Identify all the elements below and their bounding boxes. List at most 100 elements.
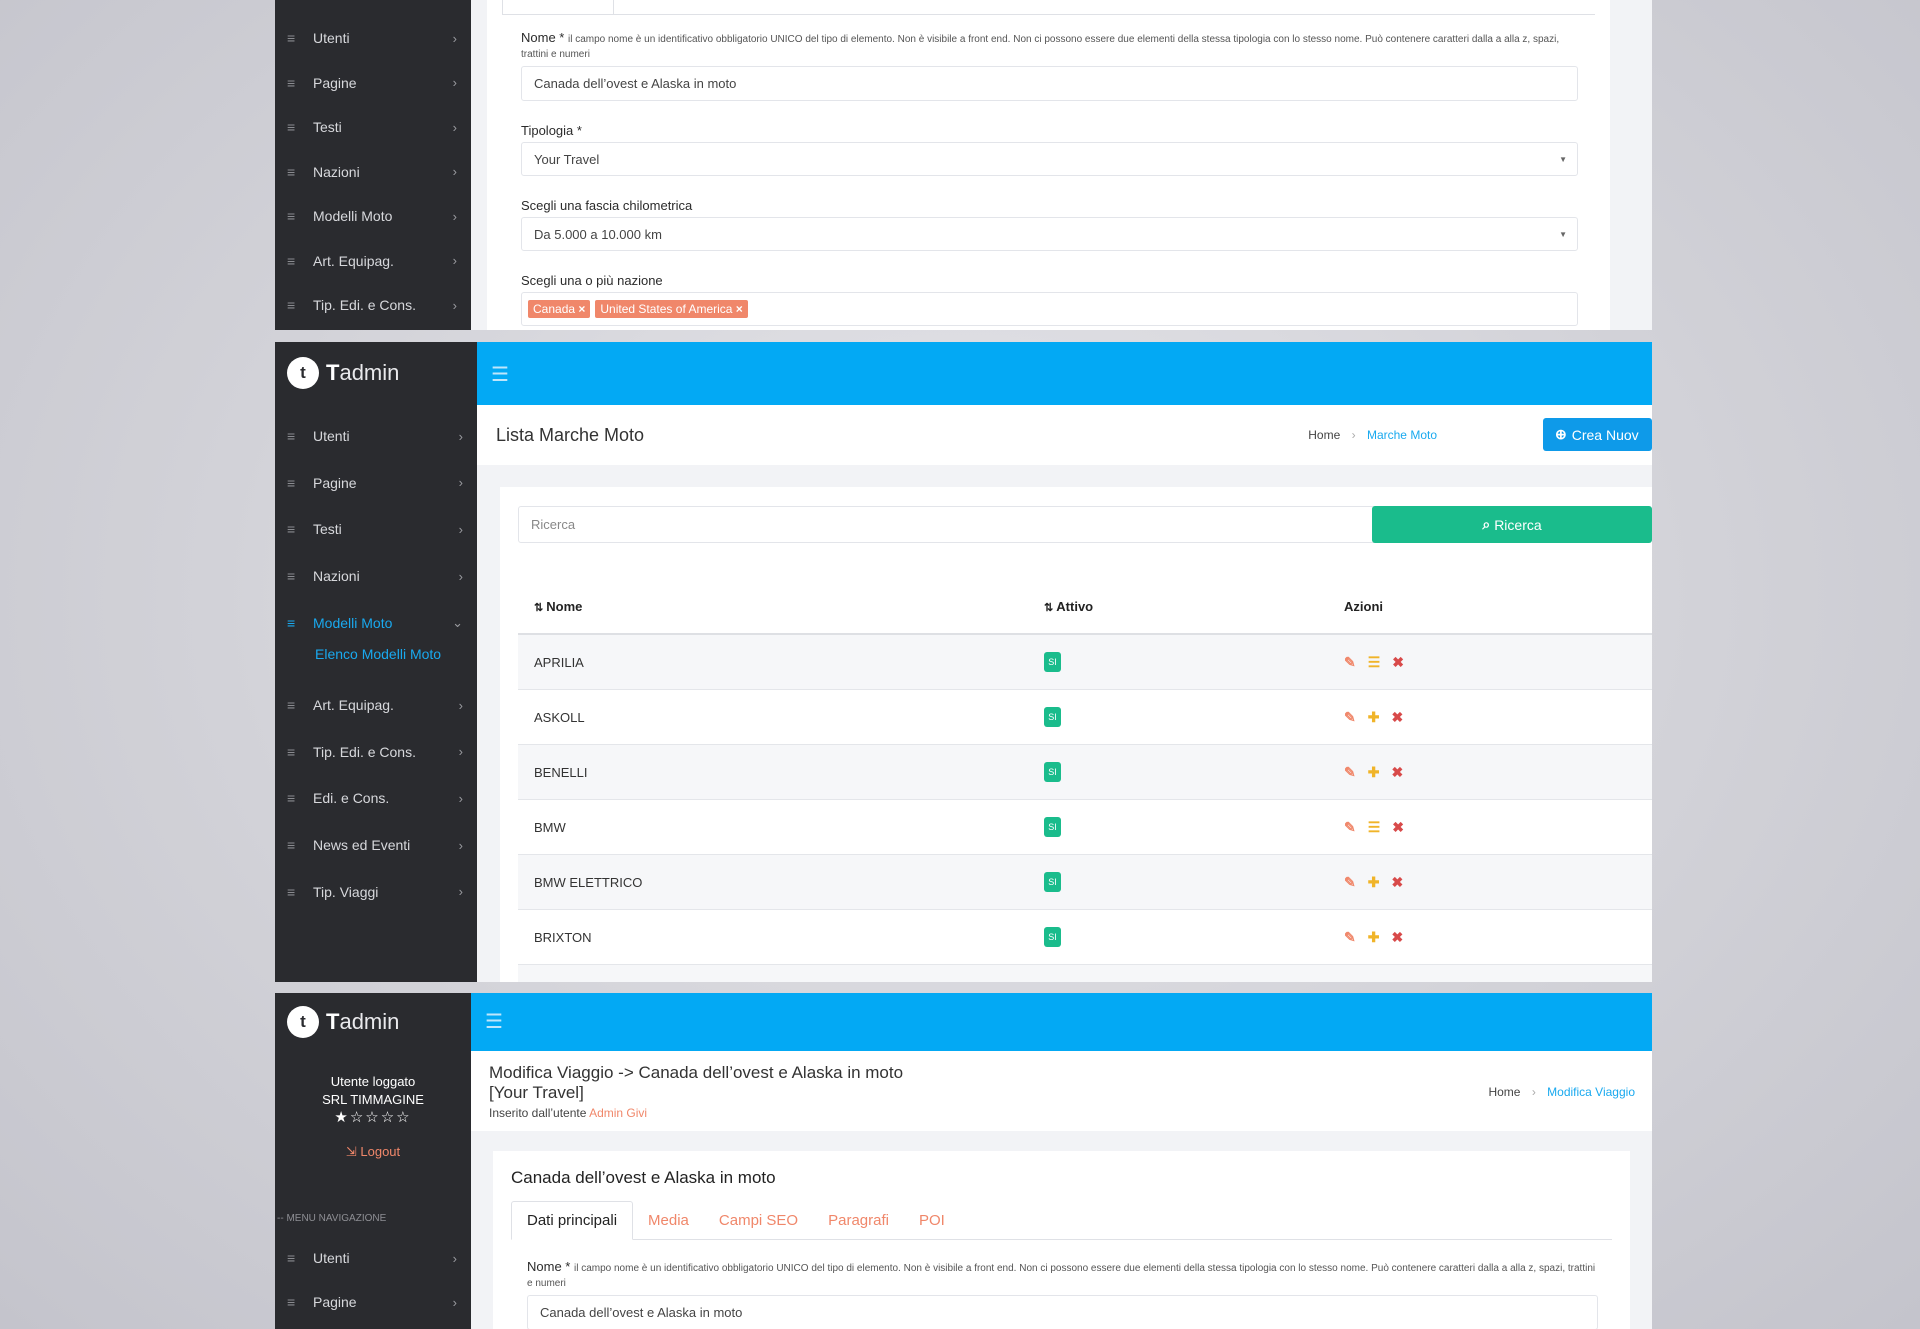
close-icon[interactable]: ✖: [1391, 764, 1403, 781]
active-badge: SI: [1044, 762, 1061, 782]
sidebar-item-testi[interactable]: ≡ Testi ›: [275, 506, 477, 553]
active-badge: SI: [1044, 927, 1061, 947]
pencil-icon[interactable]: ✎: [1344, 764, 1356, 781]
pencil-icon[interactable]: ✎: [1344, 929, 1356, 946]
app-logo[interactable]: t Tadmin: [275, 342, 477, 404]
chevron-right-icon: ›: [458, 697, 463, 713]
logout-link[interactable]: ⇲ Logout: [275, 1143, 471, 1161]
lines-icon: ≡: [287, 428, 296, 445]
type-select[interactable]: Your Travel ▼: [521, 142, 1578, 176]
pencil-icon[interactable]: ✎: [1344, 874, 1356, 891]
close-icon[interactable]: ✖: [1391, 874, 1403, 891]
active-tab-edge: [502, 0, 614, 14]
user-name: SRL TIMMAGINE: [322, 1092, 424, 1107]
sidebar-item-pagine[interactable]: ≡ Pagine ›: [275, 61, 471, 106]
lines-icon: ≡: [287, 568, 296, 585]
chevron-right-icon: ›: [452, 1294, 457, 1310]
nation-tag[interactable]: Canada ×: [528, 300, 591, 318]
nav-heading: -- MENU NAVIGAZIONE: [277, 1213, 387, 1224]
close-icon[interactable]: ✖: [1391, 929, 1403, 946]
hamburger-icon[interactable]: ☰: [491, 362, 509, 387]
column-header-active[interactable]: ⇅ Attivo: [1043, 579, 1343, 635]
brands-table: ⇅ Nome ⇅ Attivo Azioni APRILIA SI ✎ ☰ ✖ ASKOL…: [518, 579, 1652, 982]
hamburger-icon[interactable]: ☰: [485, 1009, 503, 1034]
pencil-icon[interactable]: ✎: [1344, 819, 1356, 836]
tab-dati-principali[interactable]: Dati principali: [511, 1201, 634, 1240]
sidebar-subitem-elenco-modelli-moto[interactable]: Elenco Modelli Moto: [275, 646, 477, 682]
sidebar-item-tip-edi-e-cons[interactable]: ≡ Tip. Edi. e Cons. ›: [275, 729, 477, 776]
list-icon[interactable]: ☰: [1368, 654, 1381, 671]
brand-name: BMW: [518, 799, 1043, 855]
name-input[interactable]: Canada dell’ovest e Alaska in moto: [527, 1295, 1598, 1329]
pencil-icon[interactable]: ✎: [1344, 654, 1356, 671]
plus-icon[interactable]: ✚: [1368, 764, 1380, 781]
breadcrumb-current[interactable]: Modifica Viaggio: [1547, 1085, 1635, 1099]
sidebar-item-utenti[interactable]: ≡ Utenti ›: [275, 1236, 471, 1280]
sidebar-item-modelli-moto[interactable]: ≡ Modelli Moto ›: [275, 194, 471, 239]
sort-icon: ⇅: [534, 601, 547, 614]
app-logo[interactable]: t Tadmin: [275, 993, 471, 1051]
sidebar-item-pagine[interactable]: ≡ Pagine ›: [275, 460, 477, 507]
active-badge: SI: [1044, 872, 1061, 892]
sidebar-item-utenti[interactable]: ≡ Utenti ›: [275, 16, 471, 61]
sidebar-item-nazioni[interactable]: ≡ Nazioni ›: [275, 553, 477, 600]
tab-poi[interactable]: POI: [904, 1202, 960, 1239]
logo-mark: t: [287, 357, 319, 389]
table-row: BMW ELETTRICO SI ✎ ✚ ✖: [518, 854, 1652, 910]
sidebar-item-label: Pagine: [313, 74, 357, 91]
screenshot-panel-brand-list: t Tadmin ≡ Utenti › ≡ Pagine › ≡ Testi › ≡ Nazioni…: [275, 342, 1652, 982]
sidebar-item-testi[interactable]: ≡ Testi ›: [275, 105, 471, 150]
sidebar-item-modelli-moto[interactable]: ≡ Modelli Moto ⌄: [275, 599, 477, 646]
tab-media[interactable]: Media: [633, 1202, 704, 1239]
breadcrumb-home[interactable]: Home: [1488, 1085, 1520, 1099]
close-icon[interactable]: ✖: [1392, 654, 1404, 671]
plus-icon[interactable]: ✚: [1368, 709, 1380, 726]
list-icon[interactable]: ☰: [1368, 819, 1381, 836]
sidebar-item-news-ed-eventi[interactable]: ≡ News ed Eventi ›: [275, 822, 477, 869]
chevron-right-icon: ›: [458, 884, 463, 900]
search-input[interactable]: Ricerca: [518, 506, 1390, 543]
sidebar-item-label: Testi: [313, 119, 342, 136]
name-input[interactable]: Canada dell’ovest e Alaska in moto: [521, 66, 1578, 101]
page-header: Modifica Viaggio -> Canada dell’ovest e …: [471, 1051, 1652, 1131]
close-icon[interactable]: ✖: [1391, 709, 1403, 726]
create-new-button[interactable]: ⊕ Crea Nuov: [1543, 418, 1652, 451]
sidebar-item-art-equipag[interactable]: ≡ Art. Equipag. ›: [275, 239, 471, 284]
plus-icon[interactable]: ✚: [1368, 874, 1380, 891]
pencil-icon[interactable]: ✎: [1344, 709, 1356, 726]
sidebar-item-utenti[interactable]: ≡ Utenti ›: [275, 413, 477, 460]
sidebar-item-label: Nazioni: [313, 163, 360, 180]
chevron-right-icon: ›: [452, 297, 457, 313]
list-card: Ricerca ⌕ Ricerca ⇅ Nome ⇅ Attivo Azioni …: [500, 487, 1652, 982]
tab-campi-seo[interactable]: Campi SEO: [704, 1202, 813, 1239]
breadcrumb-current[interactable]: Marche Moto: [1367, 428, 1437, 442]
chevron-right-icon: ›: [458, 428, 463, 444]
km-select[interactable]: Da 5.000 a 10.000 km ▼: [521, 217, 1578, 251]
sidebar-item-nazioni[interactable]: ≡ Nazioni ›: [275, 150, 471, 195]
chevron-right-icon: ›: [458, 837, 463, 853]
card-title: Canada dell’ovest e Alaska in moto: [511, 1168, 776, 1187]
sidebar-item-label: Testi: [313, 521, 342, 538]
sidebar-item-edi-e-cons[interactable]: ≡ Edi. e Cons. ›: [275, 775, 477, 822]
breadcrumb-home[interactable]: Home: [1308, 428, 1340, 442]
form-card: Nome * il campo nome è un identificativo…: [487, 0, 1610, 330]
sidebar-item-tip-edi-e-cons[interactable]: ≡ Tip. Edi. e Cons. ›: [275, 283, 471, 328]
column-header-name[interactable]: ⇅ Nome: [518, 579, 1043, 635]
page-title: Lista Marche Moto: [496, 425, 645, 445]
breadcrumb: Home › Marche Moto: [1308, 428, 1437, 442]
nations-multiselect[interactable]: Canada × United States of America ×: [521, 292, 1578, 326]
lines-icon: ≡: [287, 837, 296, 854]
remove-tag-icon[interactable]: ×: [575, 302, 585, 316]
plus-icon[interactable]: ✚: [1368, 929, 1380, 946]
sidebar-item-pagine[interactable]: ≡ Pagine ›: [275, 1280, 471, 1324]
tab-paragrafi[interactable]: Paragrafi: [813, 1202, 904, 1239]
sort-icon: ⇅: [1044, 601, 1057, 614]
close-icon[interactable]: ✖: [1392, 819, 1404, 836]
sidebar-item-label: Pagine: [313, 1294, 357, 1310]
search-button[interactable]: ⌕ Ricerca: [1372, 506, 1652, 543]
sidebar-item-tip-viaggi[interactable]: ≡ Tip. Viaggi ›: [275, 868, 477, 915]
inserted-by-user[interactable]: Admin Givi: [589, 1106, 647, 1120]
nation-tag[interactable]: United States of America ×: [595, 300, 748, 318]
remove-tag-icon[interactable]: ×: [732, 302, 743, 316]
sidebar-item-art-equipag[interactable]: ≡ Art. Equipag. ›: [275, 682, 477, 729]
